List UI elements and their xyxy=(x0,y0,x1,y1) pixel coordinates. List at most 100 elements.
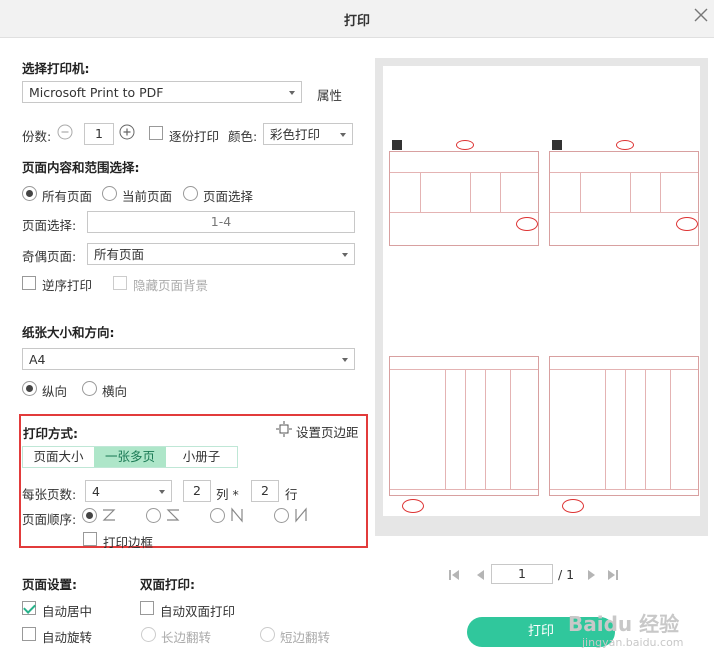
odd-even-select-value: 所有页面 xyxy=(94,247,145,262)
hide-bg-label: 隐藏页面背景 xyxy=(133,278,209,293)
paper-section-label: 纸张大小和方向: xyxy=(22,325,115,340)
radio-all-pages[interactable] xyxy=(22,186,37,201)
margin-icon[interactable] xyxy=(276,421,292,437)
page-settings-section-label: 页面设置: xyxy=(22,577,77,592)
auto-duplex-checkbox[interactable] xyxy=(140,601,154,615)
odd-even-select[interactable]: 所有页面 xyxy=(87,243,355,265)
copies-label: 份数: xyxy=(22,129,52,144)
columns-label: 列 * xyxy=(216,487,239,502)
last-page-icon[interactable] xyxy=(606,568,620,582)
duplex-section-label: 双面打印: xyxy=(140,577,195,592)
chevron-down-icon xyxy=(340,133,346,137)
preview-list-1 xyxy=(389,356,539,513)
reverse-checkbox[interactable] xyxy=(22,276,36,290)
preview-invoice-1 xyxy=(389,140,539,246)
rows-label: 行 xyxy=(285,487,298,502)
columns-input[interactable]: 2 xyxy=(183,480,211,502)
first-page-icon[interactable] xyxy=(447,568,461,582)
radio-landscape-label: 横向 xyxy=(102,384,128,399)
radio-current-page-label: 当前页面 xyxy=(122,189,173,204)
auto-rotate-label: 自动旋转 xyxy=(42,630,93,645)
preview-page xyxy=(383,66,700,516)
copies-input[interactable]: 1 xyxy=(84,123,114,145)
margin-label[interactable]: 设置页边距 xyxy=(296,422,359,441)
paper-size-select[interactable]: A4 xyxy=(22,348,355,370)
radio-order-z[interactable] xyxy=(82,508,97,523)
printer-select-value: Microsoft Print to PDF xyxy=(29,85,164,100)
next-page-icon[interactable] xyxy=(586,568,598,582)
chevron-down-icon xyxy=(342,253,348,257)
radio-page-select-label: 页面选择 xyxy=(203,189,254,204)
radio-order-reverse-z[interactable] xyxy=(146,508,161,523)
color-select-value: 彩色打印 xyxy=(270,127,321,142)
long-edge-label: 长边翻转 xyxy=(161,630,212,645)
prev-page-icon[interactable] xyxy=(474,568,486,582)
watermark-logo: Baidu 经验 xyxy=(568,612,680,636)
stamp-icon xyxy=(516,217,538,231)
order-z-icon xyxy=(101,507,117,523)
print-mode-section-label: 打印方式: xyxy=(23,426,78,441)
print-border-checkbox[interactable] xyxy=(83,532,97,546)
rows-input[interactable]: 2 xyxy=(251,480,279,502)
page-select-input[interactable]: 1-4 xyxy=(87,211,355,233)
preview-invoice-2 xyxy=(549,140,699,246)
order-n-icon xyxy=(229,507,245,523)
page-number-input[interactable]: 1 xyxy=(491,564,553,584)
radio-all-pages-label: 所有页面 xyxy=(42,189,93,204)
range-section-label: 页面内容和范围选择: xyxy=(22,160,140,175)
color-label: 颜色: xyxy=(228,129,258,144)
auto-rotate-checkbox[interactable] xyxy=(22,627,36,641)
properties-link[interactable]: 属性 xyxy=(317,85,342,104)
radio-page-select[interactable] xyxy=(183,186,198,201)
chevron-down-icon xyxy=(289,91,295,95)
preview-list-2 xyxy=(549,356,699,513)
dialog-title: 打印 xyxy=(343,14,370,29)
radio-current-page[interactable] xyxy=(102,186,117,201)
printer-section-label: 选择打印机: xyxy=(22,61,90,76)
printer-select[interactable]: Microsoft Print to PDF xyxy=(22,81,302,103)
radio-long-edge[interactable] xyxy=(141,627,156,642)
page-select-label: 页面选择: xyxy=(22,218,77,233)
print-border-label: 打印边框 xyxy=(103,535,154,550)
paper-size-value: A4 xyxy=(29,352,46,367)
page-total: / 1 xyxy=(558,567,575,582)
radio-short-edge[interactable] xyxy=(260,627,275,642)
order-reverse-n-icon xyxy=(293,507,309,523)
collate-checkbox[interactable] xyxy=(149,126,163,140)
color-select[interactable]: 彩色打印 xyxy=(263,123,353,145)
short-edge-label: 短边翻转 xyxy=(280,630,331,645)
watermark-url: jingyan.baidu.com xyxy=(582,636,684,649)
per-sheet-value: 4 xyxy=(92,484,100,499)
stamp-icon xyxy=(676,217,698,231)
auto-duplex-label: 自动双面打印 xyxy=(160,604,236,619)
close-icon[interactable] xyxy=(690,4,712,26)
order-reverse-z-icon xyxy=(165,507,181,523)
radio-landscape[interactable] xyxy=(82,381,97,396)
per-sheet-select[interactable]: 4 xyxy=(85,480,172,502)
qr-code-icon xyxy=(392,140,402,150)
print-preview xyxy=(375,58,708,536)
stamp-icon xyxy=(616,140,634,150)
tab-booklet[interactable]: 小册子 xyxy=(166,447,237,467)
collate-label: 逐份打印 xyxy=(169,129,220,144)
stamp-icon xyxy=(402,499,424,513)
plus-icon[interactable] xyxy=(119,124,135,140)
auto-center-label: 自动居中 xyxy=(42,604,93,619)
tab-page-size[interactable]: 页面大小 xyxy=(23,447,94,467)
stamp-icon xyxy=(562,499,584,513)
chevron-down-icon xyxy=(342,358,348,362)
radio-portrait-label: 纵向 xyxy=(42,384,68,399)
odd-even-label: 奇偶页面: xyxy=(22,249,77,264)
per-sheet-label: 每张页数: xyxy=(22,487,77,502)
stamp-icon xyxy=(456,140,474,150)
chevron-down-icon xyxy=(159,490,165,494)
order-label: 页面顺序: xyxy=(22,512,77,527)
auto-center-checkbox[interactable] xyxy=(22,601,36,615)
qr-code-icon xyxy=(552,140,562,150)
tab-multi-page[interactable]: 一张多页 xyxy=(94,447,166,467)
minus-icon[interactable] xyxy=(57,124,73,140)
radio-order-reverse-n[interactable] xyxy=(274,508,289,523)
radio-order-n[interactable] xyxy=(210,508,225,523)
radio-portrait[interactable] xyxy=(22,381,37,396)
hide-bg-checkbox[interactable] xyxy=(113,276,127,290)
